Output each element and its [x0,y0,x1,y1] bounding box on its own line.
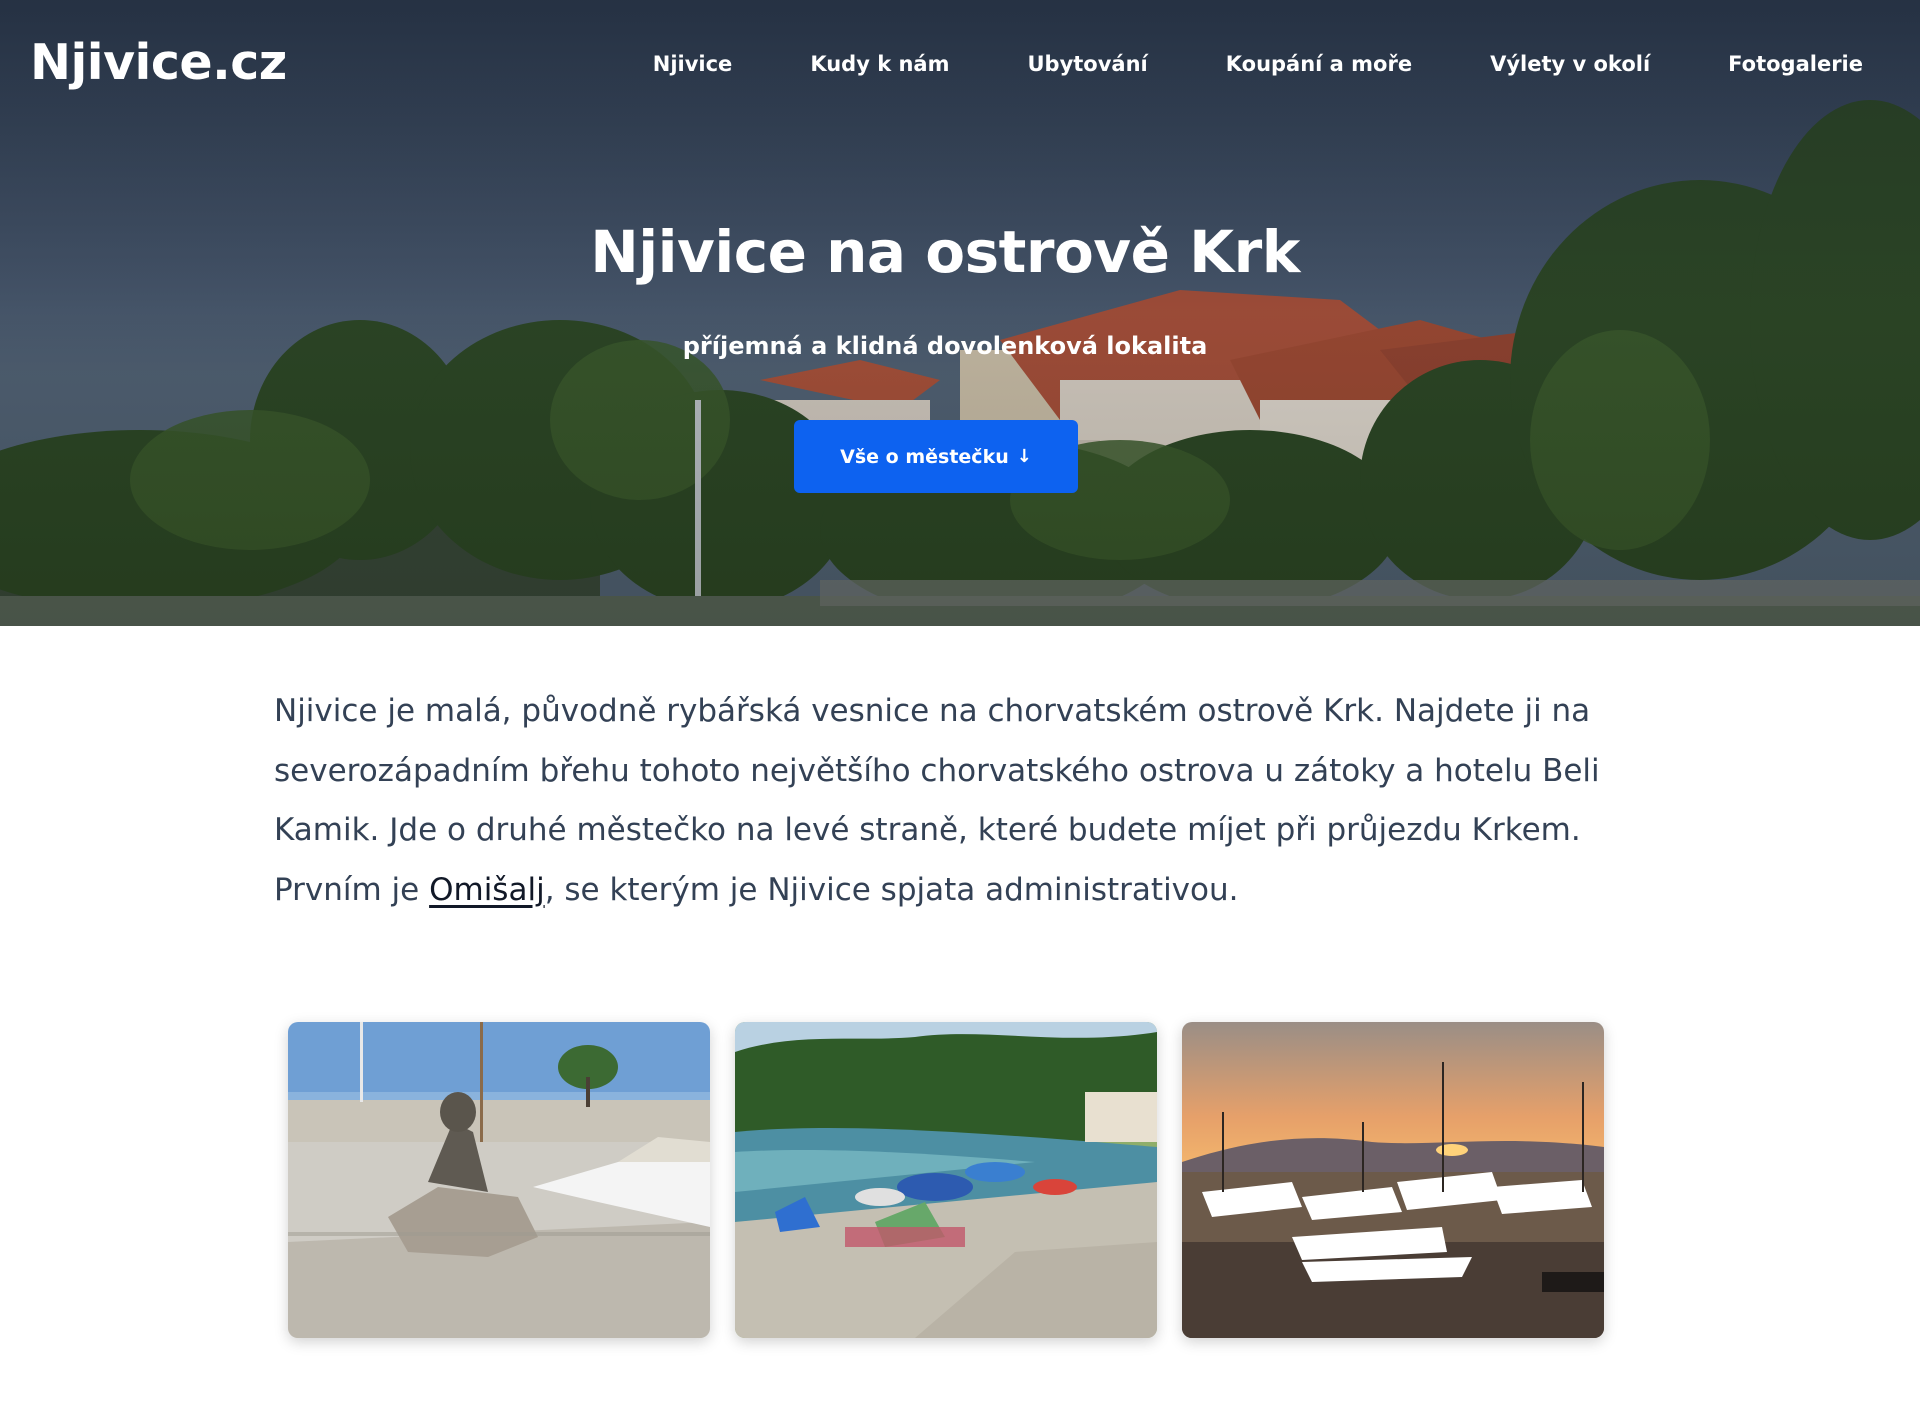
page-title: Njivice na ostrově Krk [590,218,1300,286]
intro-text-end: , se kterým je Njivice spjata administra… [544,871,1239,908]
gallery-photo-beach[interactable] [735,1022,1157,1338]
intro-paragraph: Njivice je malá, původně rybářská vesnic… [274,682,1654,920]
about-town-button-label: Vše o městečku [840,445,1009,468]
nav-item-vylety-v-okoli[interactable]: Výlety v okolí [1490,52,1650,76]
statue-image [288,1022,710,1338]
nav-item-koupani-a-more[interactable]: Koupání a moře [1226,52,1412,76]
hero-overlay [0,0,1920,626]
main-nav: Njivice Kudy k nám Ubytování Koupání a m… [653,52,1863,76]
site-logo[interactable]: Njivice.cz [30,34,287,91]
omisalj-link[interactable]: Omišalj [429,872,545,908]
arrow-down-icon: ↓ [1016,446,1032,467]
beach-image [735,1022,1157,1338]
nav-item-ubytovani[interactable]: Ubytování [1027,52,1147,76]
nav-item-fotogalerie[interactable]: Fotogalerie [1728,52,1863,76]
marina-sunset-image [1182,1022,1604,1338]
nav-item-kudy-k-nam[interactable]: Kudy k nám [810,52,949,76]
gallery-photo-marina[interactable] [1182,1022,1604,1338]
gallery-photo-statue[interactable] [288,1022,710,1338]
photo-gallery [288,1022,1604,1338]
hero-subtitle: příjemná a klidná dovolenková lokalita [682,332,1208,360]
about-town-button[interactable]: Vše o městečku ↓ [794,420,1078,493]
hero-banner: Njivice.cz Njivice Kudy k nám Ubytování … [0,0,1920,626]
nav-item-njivice[interactable]: Njivice [653,52,733,76]
